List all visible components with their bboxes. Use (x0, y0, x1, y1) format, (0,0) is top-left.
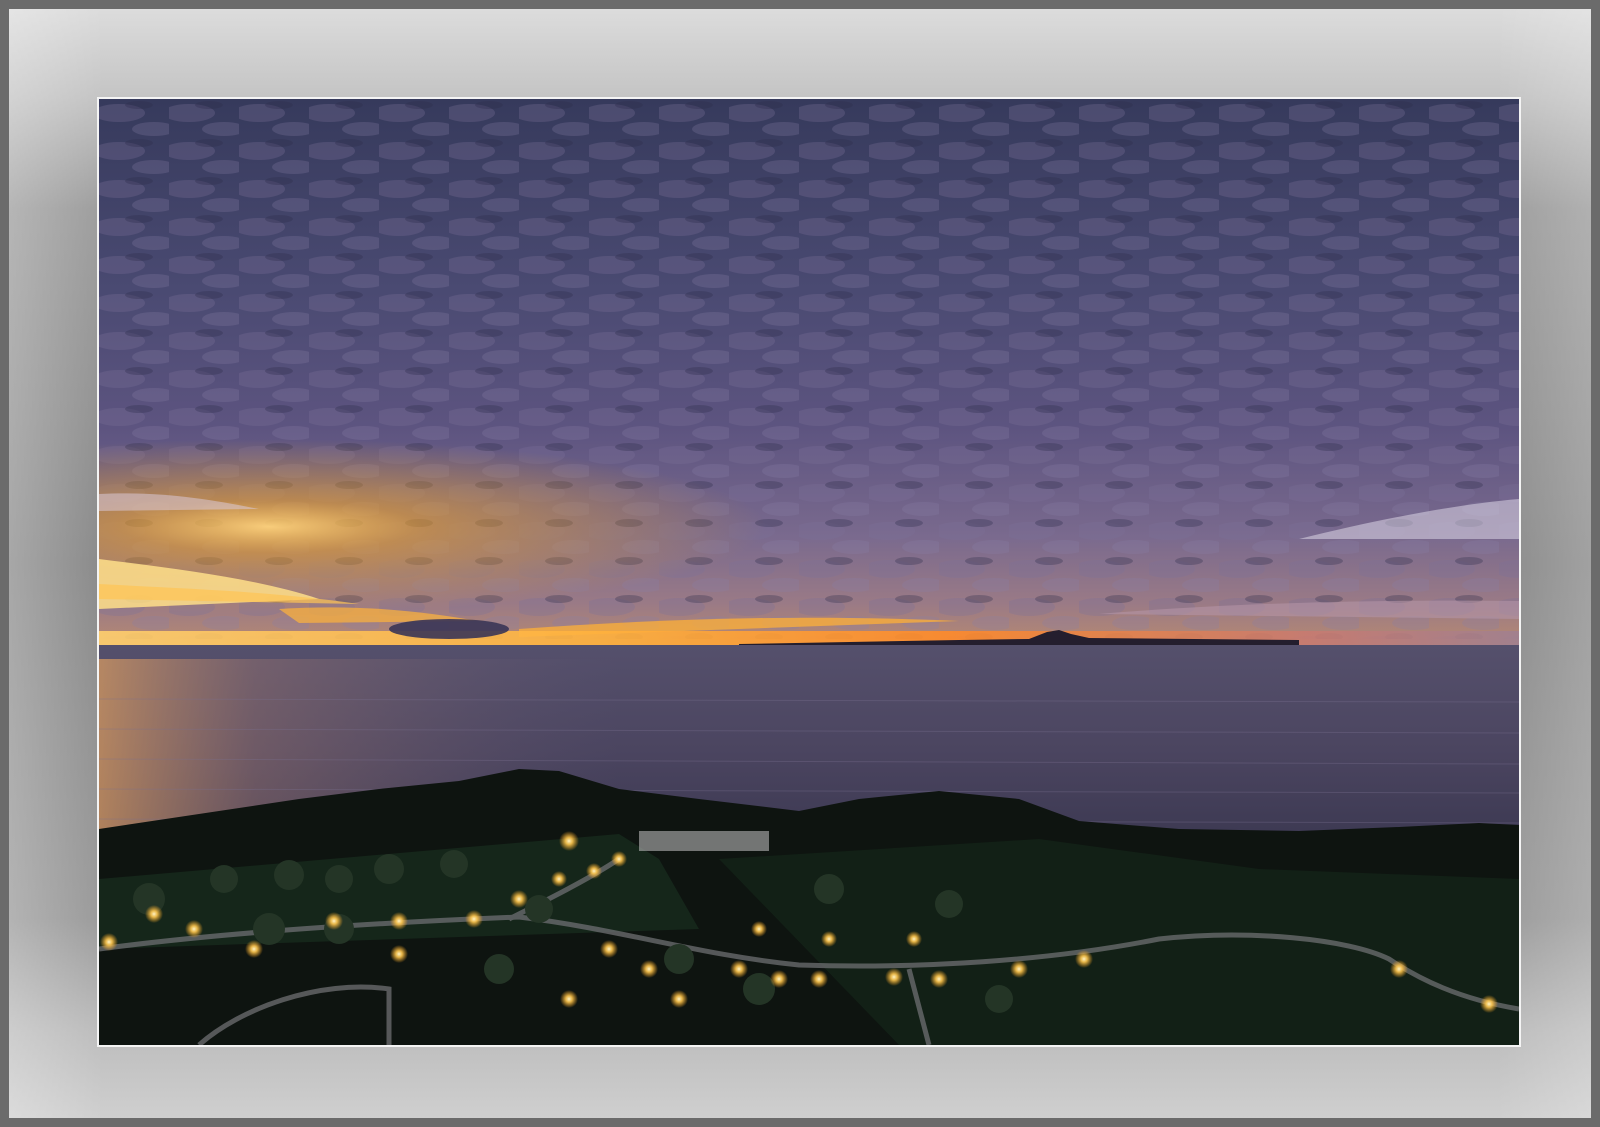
gazebo-structure (639, 831, 769, 851)
photo-mat (0, 0, 1600, 1127)
sunset-photo-illustration (99, 99, 1519, 1045)
photo (97, 97, 1521, 1047)
dark-cloud (389, 619, 509, 639)
